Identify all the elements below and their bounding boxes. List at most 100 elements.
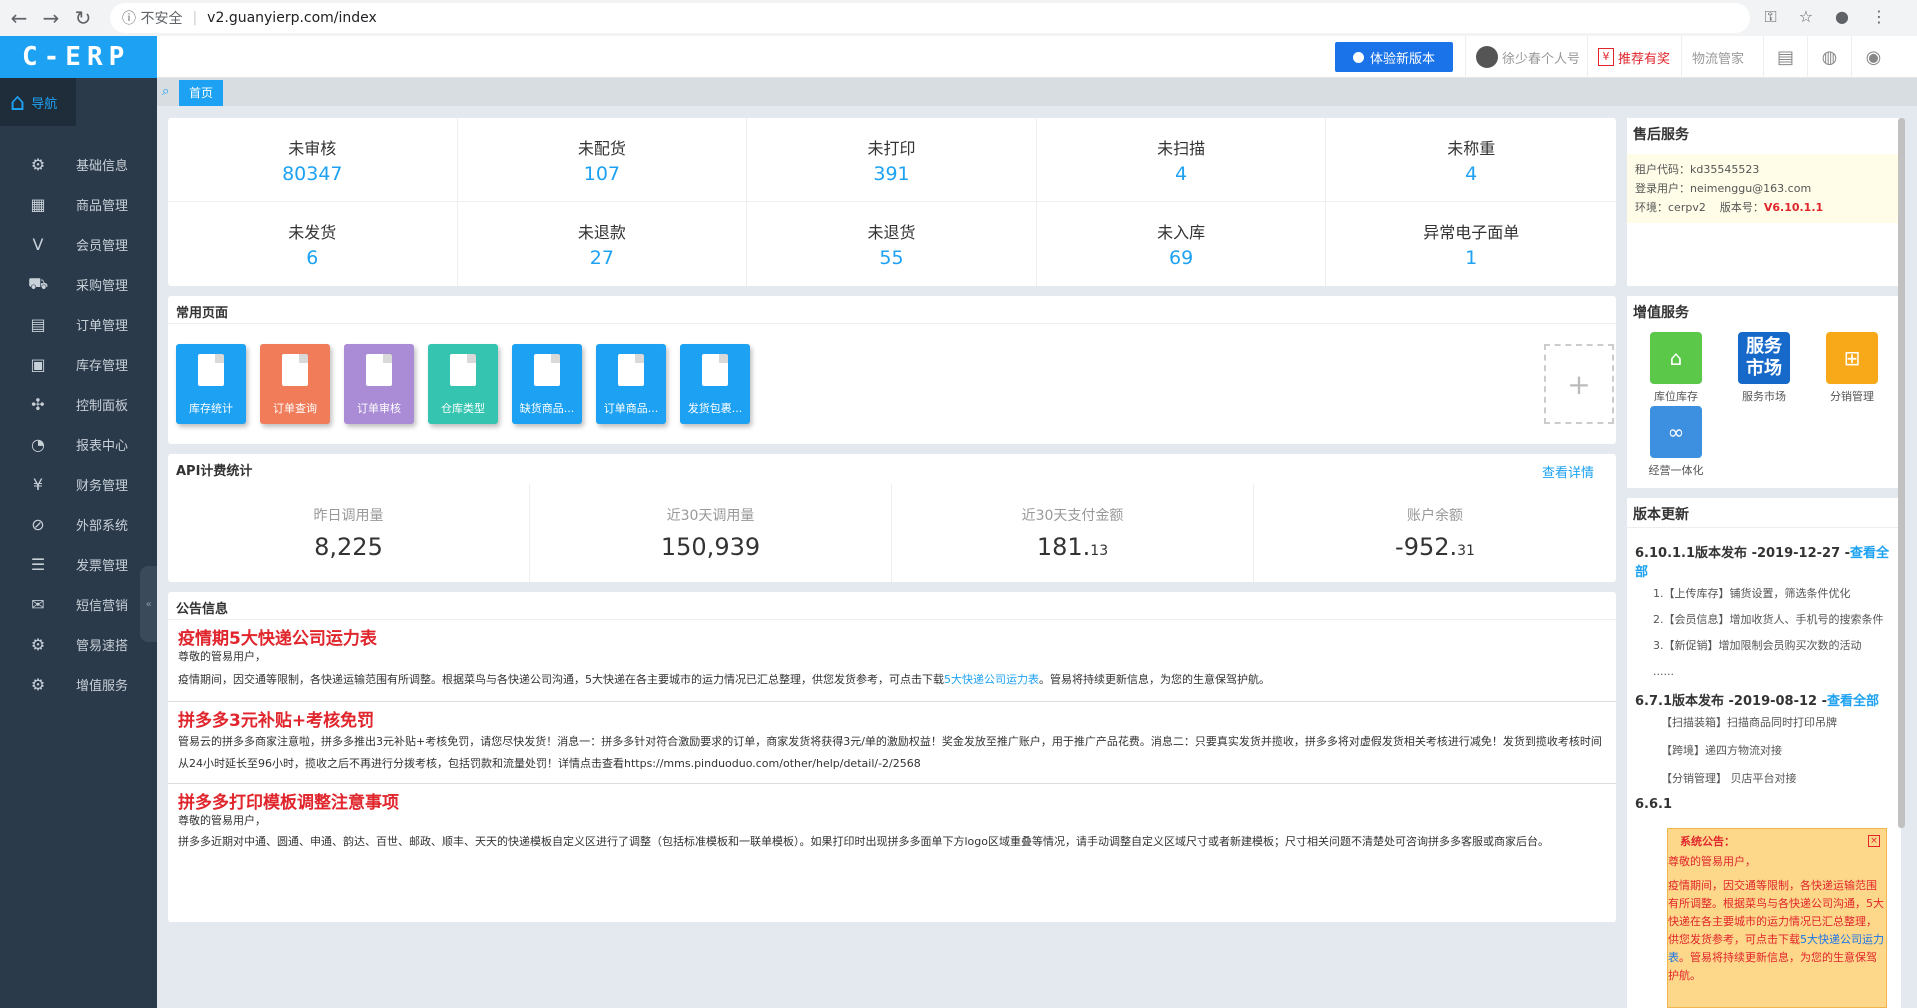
status-cell[interactable]: 未退货 55 [747,202,1037,286]
sidebar-item-label: 商品管理 [76,198,129,214]
sidebar-item[interactable]: ✉ 短信营销 [0,584,157,624]
sidebar-item[interactable]: ◔ 报表中心 [0,424,157,464]
trial-button-label: 体验新版本 [1369,51,1435,67]
star-icon[interactable]: ☆ [1799,7,1813,27]
user-menu[interactable]: 徐少春个人号 [1465,36,1590,78]
status-count[interactable]: 1 [1465,247,1477,269]
nav-home[interactable]: ⌂ 导航 [0,78,76,126]
sidebar-item[interactable]: ⊘ 外部系统 [0,504,157,544]
key-icon[interactable]: ⚿ [1765,7,1777,27]
status-cell[interactable]: 未打印 391 [747,118,1037,202]
document-icon [198,354,224,386]
forward-icon[interactable]: → [38,6,64,30]
account-button[interactable]: ◉ [1851,36,1895,78]
status-count[interactable]: 69 [1169,247,1193,269]
menu-icon[interactable]: ⋮ [1871,7,1887,27]
sidebar-item[interactable]: ▤ 订单管理 [0,304,157,344]
sidebar-item[interactable]: ⚙ 管易速搭 [0,624,157,664]
sidebar-item-label: 报表中心 [76,438,129,454]
shortcut-label: 发货包裹... [687,402,743,415]
view-all-link[interactable]: 查看全部 [1827,694,1879,709]
sidebar-item[interactable]: ⚙ 增值服务 [0,664,157,704]
profile-icon[interactable]: ● [1835,7,1849,27]
sidebar-item[interactable]: ¥ 财务管理 [0,464,157,504]
system-notice-body: 尊敬的管易用户， 疫情期间，因交通等限制，各快递运输范围有所调整。根据菜鸟与各快… [1668,855,1884,982]
close-icon[interactable]: × [1868,835,1880,847]
common-pages-title: 常用页面 [168,296,1616,324]
status-cell[interactable]: 未配货 107 [457,118,748,202]
url-text[interactable]: v2.guanyierp.com/index [207,10,377,26]
shortcut-tile[interactable]: 订单审核 [344,344,414,424]
vas-item-business-integration[interactable]: ∞ 经营一体化 [1641,406,1711,478]
link-icon: ⊘ [31,514,45,534]
status-cell[interactable]: 未审核 80347 [168,118,458,202]
info-icon[interactable]: ⓘ [122,8,136,28]
notice-headline[interactable]: 拼多多打印模板调整注意事项 [178,788,1606,813]
status-cell[interactable]: 未发货 6 [168,202,458,286]
shortcut-tile[interactable]: 库存统计 [176,344,246,424]
api-stat: 近30天调用量 150,939 [530,484,892,582]
logistics-link[interactable]: 物流管家 [1681,36,1754,78]
smile-icon [1352,51,1364,63]
sidebar-item[interactable]: ⛟ 采购管理 [0,264,157,304]
document-icon [366,354,392,386]
status-count[interactable]: 80347 [282,163,342,185]
status-label: 未称重 [1447,138,1496,158]
vas-item-location-stock[interactable]: ⌂ 库位库存 [1641,332,1711,404]
tab-home[interactable]: 首页 [179,80,224,106]
common-pages-panel: 常用页面 库存统计 订单查询 订单审核 仓库类型 缺货商品... 订单商品... 发货包裹.… [168,296,1616,444]
language-button[interactable]: ◍ [1807,36,1851,78]
api-stat-value: -952.31 [1395,533,1475,561]
avatar [1476,46,1498,68]
vas-item-distribution[interactable]: ⊞ 分销管理 [1817,332,1887,404]
status-count[interactable]: 55 [879,247,903,269]
sidebar-item[interactable]: ☰ 发票管理 [0,544,157,584]
member-icon: V [32,234,44,254]
status-cell[interactable]: 未退款 27 [458,202,748,286]
status-count[interactable]: 391 [873,163,909,185]
shortcut-tile[interactable]: 缺货商品... [512,344,582,424]
vas-item-service-market[interactable]: 服务市场 服务市场 [1729,332,1799,404]
status-cell[interactable]: 未扫描 4 [1036,118,1327,202]
status-count[interactable]: 4 [1465,163,1477,185]
search-icon[interactable]: ⌕ [162,84,169,99]
app-logo[interactable]: C-ERP [0,36,157,78]
status-count[interactable]: 27 [590,247,614,269]
market-icon: 服务市场 [1738,332,1790,384]
sidebar-collapse-handle[interactable]: « [140,566,157,642]
shortcut-label: 库存统计 [189,402,233,415]
referral-link[interactable]: ¥ 推荐有奖 [1587,36,1680,78]
status-label: 未入库 [1157,223,1206,242]
status-count[interactable]: 6 [306,247,318,269]
sidebar-item[interactable]: ▦ 商品管理 [0,184,157,224]
status-cell[interactable]: 未入库 69 [1037,202,1327,286]
back-icon[interactable]: ← [6,6,32,30]
shortcut-tile[interactable]: 仓库类型 [428,344,498,424]
notice-headline[interactable]: 拼多多3元补贴+考核免罚 [178,706,1606,731]
trial-new-version-button[interactable]: 体验新版本 [1335,42,1453,72]
sidebar-item[interactable]: V 会员管理 [0,224,157,264]
carrier-capacity-download-link[interactable]: 5大快递公司运力表 [944,673,1039,686]
shortcut-tile[interactable]: 订单商品... [596,344,666,424]
browser-toolbar: ← → ↻ ⓘ 不安全 | v2.guanyierp.com/index ⚿ ☆… [0,0,1917,36]
view-details-link[interactable]: 查看详情 [1542,462,1594,481]
shortcut-tile[interactable]: 发货包裹... [680,344,750,424]
sidebar-item[interactable]: ✣ 控制面板 [0,384,157,424]
sidebar-item[interactable]: ⚙ 基础信息 [0,144,157,184]
status-cell[interactable]: 异常电子面单 1 [1326,202,1616,286]
notice-item: 疫情期5大快递公司运力表 尊敬的管易用户， 疫情期间，因交通等限制，各快递运输范… [168,620,1616,702]
login-user: 登录用户：neimenggu@163.com [1635,182,1812,195]
shortcut-tile[interactable]: 订单查询 [260,344,330,424]
org-chart-icon: ⊞ [1826,332,1878,384]
right-scrollbar[interactable] [1898,118,1905,828]
status-count[interactable]: 107 [584,163,620,185]
status-cell[interactable]: 未称重 4 [1326,118,1616,202]
status-count[interactable]: 4 [1175,163,1187,185]
reload-icon[interactable]: ↻ [70,6,96,30]
release-note: 【分销管理】 贝店平台对接 [1661,772,1797,785]
notice-headline[interactable]: 疫情期5大快递公司运力表 [178,624,1606,649]
address-bar[interactable]: ⓘ 不安全 | v2.guanyierp.com/index [110,3,1750,33]
sidebar-item[interactable]: ▣ 库存管理 [0,344,157,384]
add-shortcut-button[interactable]: + [1544,344,1614,424]
notebook-button[interactable]: ▤ [1763,36,1807,78]
